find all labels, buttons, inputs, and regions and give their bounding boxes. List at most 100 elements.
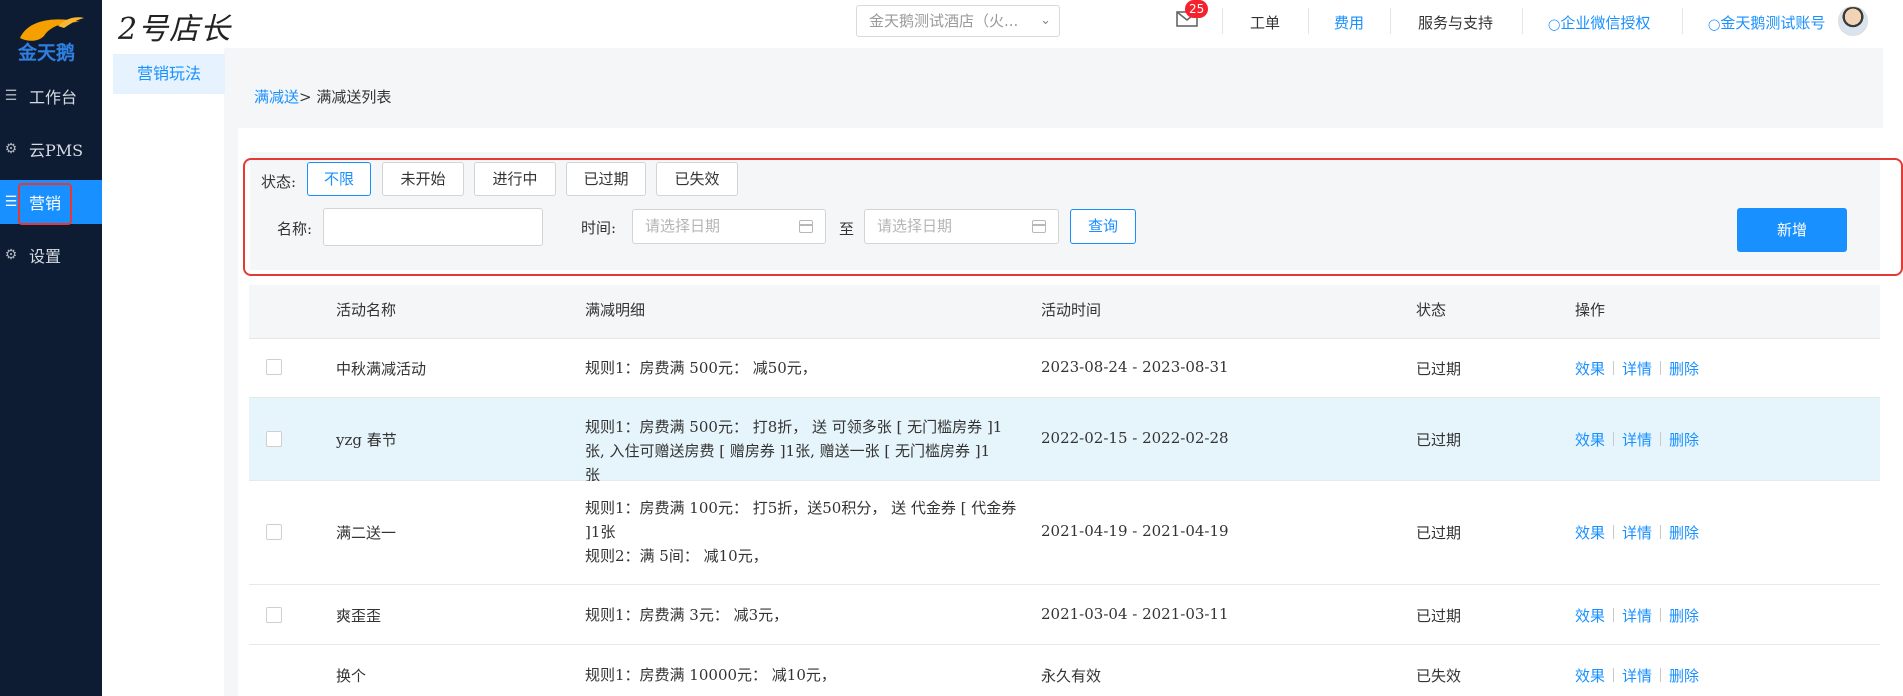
marketing-highlight-box (18, 183, 72, 225)
discount-detail-rule2: 规则2：满 5间： 减10元， (585, 547, 768, 565)
activity-time: 2022-02-15 - 2022-02-28 (1041, 429, 1229, 447)
divider (1390, 8, 1391, 34)
detail-link[interactable]: 详情 (1622, 431, 1652, 449)
workbench-icon: ☰ (4, 88, 18, 104)
discount-detail: 规则1：房费满 500元： 打8折， 送 可领多张 [ 无门槛房券 ]1张, 入… (585, 418, 1003, 484)
mail-badge: 25 (1185, 0, 1209, 18)
chevron-down-icon: ⌄ (1040, 13, 1051, 28)
activity-status: 已过期 (1416, 524, 1462, 542)
delete-link[interactable]: 删除 (1669, 360, 1699, 378)
activity-name: 爽歪歪 (336, 607, 382, 625)
wechat-auth-link[interactable]: ◯企业微信授权 (1548, 12, 1650, 33)
detail-link[interactable]: 详情 (1622, 360, 1652, 378)
row-operations: 效果 详情 删除 (1575, 665, 1699, 686)
divider (1613, 525, 1615, 539)
row-operations: 效果 详情 删除 (1575, 429, 1699, 450)
subnav-marketing-play[interactable]: 营销玩法 (113, 54, 225, 94)
divider (1222, 8, 1223, 34)
account-link[interactable]: ◯金天鹅测试账号 (1708, 12, 1825, 33)
col-status: 状态 (1416, 301, 1447, 319)
effect-link[interactable]: 效果 (1575, 667, 1605, 685)
sub-sidebar: 营销玩法 (102, 48, 225, 696)
divider (1660, 361, 1662, 375)
activity-status: 已过期 (1416, 431, 1462, 449)
effect-link[interactable]: 效果 (1575, 431, 1605, 449)
activity-name: 换个 (336, 667, 367, 685)
detail-link[interactable]: 详情 (1622, 607, 1652, 625)
divider (1613, 608, 1615, 622)
divider (1660, 432, 1662, 446)
hotel-select[interactable]: 金天鹅测试酒店（火... ⌄ (856, 5, 1060, 37)
hotel-select-value: 金天鹅测试酒店（火... (869, 12, 1019, 30)
table-row: yzg 春节 规则1：房费满 500元： 打8折， 送 可领多张 [ 无门槛房券… (249, 398, 1880, 484)
activity-name: yzg 春节 (336, 431, 397, 449)
sidebar-item-settings[interactable]: ⚙ 设置 (0, 233, 102, 277)
breadcrumb-current: > 满减送列表 (299, 88, 392, 106)
discount-detail: 规则1：房费满 500元： 减50元， (585, 359, 817, 377)
sidebar-item-label: 工作台 (29, 88, 78, 107)
workorder-link[interactable]: 工单 (1250, 12, 1280, 33)
col-operation: 操作 (1575, 301, 1606, 319)
delete-link[interactable]: 删除 (1669, 667, 1699, 685)
delete-link[interactable]: 删除 (1669, 524, 1699, 542)
sidebar-item-label: 设置 (29, 247, 62, 266)
activity-time: 2021-04-19 - 2021-04-19 (1041, 522, 1229, 540)
row-checkbox[interactable] (266, 431, 282, 447)
row-operations: 效果 详情 删除 (1575, 522, 1699, 543)
activity-status: 已失效 (1416, 667, 1462, 685)
divider (1660, 608, 1662, 622)
row-checkbox[interactable] (266, 524, 282, 540)
table-row: 满二送一 规则1：房费满 100元： 打5折，送50积分， 送 代金券 [ 代金… (249, 481, 1880, 585)
table-header: 活动名称 满减明细 活动时间 状态 操作 (249, 285, 1880, 339)
breadcrumb-link[interactable]: 满减送 (254, 88, 299, 106)
divider (1613, 432, 1615, 446)
table-row: 换个 规则1：房费满 10000元： 减10元， 永久有效 已失效 效果 详情 删除 (249, 645, 1880, 696)
detail-link[interactable]: 详情 (1622, 524, 1652, 542)
divider (1522, 8, 1523, 34)
divider (1308, 8, 1309, 34)
breadcrumb: 满减送> 满减送列表 (254, 86, 391, 107)
brand-title: 2号店长 (118, 12, 232, 47)
effect-link[interactable]: 效果 (1575, 607, 1605, 625)
detail-link[interactable]: 详情 (1622, 667, 1652, 685)
divider (1660, 668, 1662, 682)
sidebar-item-pms[interactable]: ⚙ 云PMS (0, 127, 102, 171)
table-row: 中秋满减活动 规则1：房费满 500元： 减50元， 2023-08-24 - … (249, 339, 1880, 398)
row-operations: 效果 详情 删除 (1575, 358, 1699, 379)
discount-detail: 规则1：房费满 100元： 打5折，送50积分， 送 代金券 [ 代金券 ]1张 (585, 499, 1017, 541)
avatar[interactable] (1838, 6, 1868, 36)
logo-text: 金天鹅 (18, 42, 76, 64)
table-row: 爽歪歪 规则1：房费满 3元： 减3元， 2021-03-04 - 2021-0… (249, 585, 1880, 645)
activity-name: 满二送一 (336, 524, 397, 542)
divider (1613, 668, 1615, 682)
col-discount-detail: 满减明细 (585, 301, 646, 319)
col-activity-time: 活动时间 (1041, 301, 1102, 319)
marketing-icon: ☰ (4, 194, 18, 210)
row-checkbox[interactable] (266, 359, 282, 375)
effect-link[interactable]: 效果 (1575, 360, 1605, 378)
delete-link[interactable]: 删除 (1669, 431, 1699, 449)
effect-link[interactable]: 效果 (1575, 524, 1605, 542)
right-gutter (1883, 48, 1903, 696)
activity-time: 永久有效 (1041, 667, 1102, 685)
discount-detail: 规则1：房费满 3元： 减3元， (585, 606, 789, 624)
row-checkbox[interactable] (266, 607, 282, 623)
divider (1613, 361, 1615, 375)
activity-time: 2021-03-04 - 2021-03-11 (1041, 605, 1229, 623)
divider (1660, 525, 1662, 539)
fee-link[interactable]: 费用 (1334, 12, 1364, 33)
delete-link[interactable]: 删除 (1669, 607, 1699, 625)
divider (1682, 8, 1683, 34)
row-operations: 效果 详情 删除 (1575, 605, 1699, 626)
sidebar-item-label: 云PMS (29, 141, 84, 160)
activity-status: 已过期 (1416, 607, 1462, 625)
activity-status: 已过期 (1416, 360, 1462, 378)
user-icon: ◯ (1548, 18, 1561, 31)
main-sidebar: 金天鹅 ☰ 工作台 ⚙ 云PMS ☰ 营销 ⚙ 设置 (0, 0, 102, 696)
filter-highlight-box (243, 158, 1903, 276)
sidebar-item-workbench[interactable]: ☰ 工作台 (0, 74, 102, 118)
service-support-link[interactable]: 服务与支持 (1418, 12, 1493, 33)
col-activity-name: 活动名称 (336, 301, 397, 319)
activity-time: 2023-08-24 - 2023-08-31 (1041, 358, 1229, 376)
activity-name: 中秋满减活动 (336, 360, 427, 378)
